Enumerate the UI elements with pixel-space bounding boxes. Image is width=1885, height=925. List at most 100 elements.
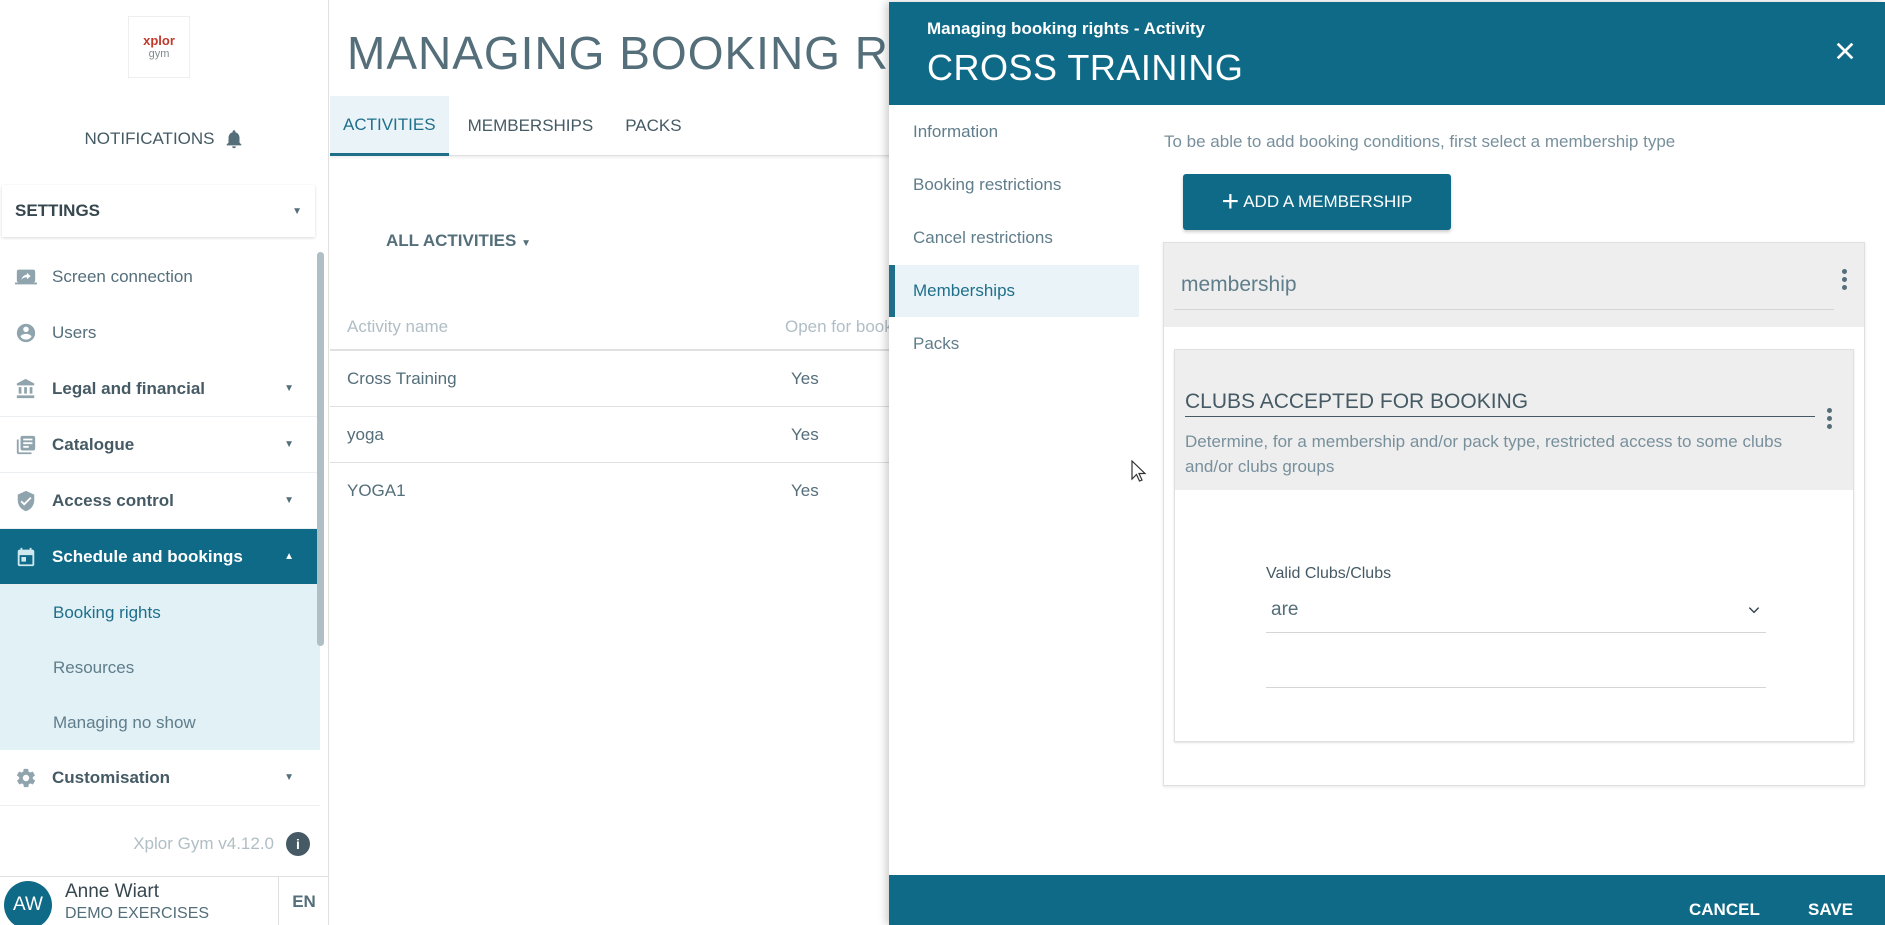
panel-subtitle: Managing booking rights - Activity — [927, 19, 1205, 38]
panel-nav-information[interactable]: Information — [889, 106, 1139, 158]
xplor-gym-logo[interactable]: xplor gym — [128, 16, 190, 78]
avatar[interactable]: AW — [4, 881, 52, 925]
sidebar: xplor gym NOTIFICATIONS SETTINGS ▼ Scree… — [0, 0, 329, 925]
cancel-button[interactable]: CANCEL — [1689, 900, 1760, 920]
notifications-button[interactable]: NOTIFICATIONS — [0, 124, 328, 154]
caret-down-icon: ▼ — [284, 495, 294, 506]
panel-footer: CANCEL SAVE — [889, 875, 1885, 925]
table-row[interactable]: yoga Yes — [330, 407, 890, 463]
submenu: Booking rights Resources Managing no sho… — [0, 585, 320, 750]
clubs-value-field[interactable] — [1266, 643, 1766, 688]
sidebar-item-label: Catalogue — [52, 434, 135, 454]
panel-nav-memberships[interactable]: Memberships — [889, 265, 1139, 317]
screen-connection-icon — [15, 269, 37, 285]
chevron-down-icon — [1748, 607, 1760, 614]
submenu-item-resources[interactable]: Resources — [0, 640, 320, 695]
caret-up-icon: ▲ — [284, 551, 294, 562]
sidebar-item-access-control[interactable]: Access control ▼ — [0, 473, 320, 529]
notifications-label: NOTIFICATIONS — [84, 129, 215, 148]
shield-icon — [17, 490, 35, 511]
tab-memberships[interactable]: MEMBERSHIPS — [455, 96, 607, 156]
tab-bar: ACTIVITIES MEMBERSHIPS PACKS — [330, 96, 890, 156]
version-row: Xplor Gym v4.12.0 i — [0, 832, 310, 856]
panel-nav-packs[interactable]: Packs — [889, 318, 1139, 370]
calendar-icon — [17, 547, 35, 566]
filter-label: ALL ACTIVITIES — [386, 231, 517, 250]
tab-activities[interactable]: ACTIVITIES — [330, 96, 449, 156]
panel-nav: Information Booking restrictions Cancel … — [889, 105, 1139, 371]
valid-clubs-value: are — [1271, 599, 1299, 620]
logo-line1: xplor — [143, 33, 175, 48]
sidebar-scrollbar[interactable] — [317, 252, 324, 646]
sidebar-menu: Screen connection Users Legal and financ… — [0, 249, 320, 806]
panel-nav-booking-restrictions[interactable]: Booking restrictions — [889, 159, 1139, 211]
user-name: Anne Wiart — [65, 881, 159, 902]
sidebar-item-screen-connection[interactable]: Screen connection — [0, 249, 320, 305]
open-for-booking: Yes — [791, 368, 819, 388]
open-for-booking: Yes — [791, 481, 819, 500]
caret-down-icon: ▼ — [284, 439, 294, 450]
catalogue-icon — [16, 435, 36, 454]
activity-name: YOGA1 — [347, 481, 406, 500]
table-header: Activity name Open for booking — [330, 305, 890, 351]
plus-icon: + — [1221, 185, 1240, 218]
valid-clubs-label: Valid Clubs/Clubs — [1266, 565, 1392, 582]
caret-down-icon: ▼ — [284, 383, 294, 394]
caret-down-icon: ▼ — [292, 205, 302, 217]
sidebar-item-label: Customisation — [52, 767, 171, 787]
clubs-card-description: Determine, for a membership and/or pack … — [1185, 432, 1783, 476]
clubs-card-header: CLUBS ACCEPTED FOR BOOKING Determine, fo… — [1175, 350, 1853, 490]
sidebar-item-label: Screen connection — [52, 267, 193, 286]
open-for-booking: Yes — [791, 424, 819, 444]
user-icon — [16, 323, 36, 343]
gear-icon — [16, 768, 36, 787]
membership-card: membership CLUBS ACCEPTED FOR BOOKING De… — [1163, 242, 1865, 786]
settings-dropdown[interactable]: SETTINGS ▼ — [2, 185, 315, 237]
tab-packs[interactable]: PACKS — [612, 96, 694, 156]
sidebar-item-schedule-and-bookings[interactable]: Schedule and bookings ▲ — [0, 529, 320, 585]
sidebar-item-label: Legal and financial — [52, 378, 206, 398]
user-organization: DEMO EXERCISES — [65, 905, 210, 922]
membership-field-underline — [1174, 309, 1834, 310]
membership-field[interactable]: membership — [1181, 273, 1297, 297]
column-open-for-booking[interactable]: Open for booking — [785, 317, 890, 337]
save-button[interactable]: SAVE — [1808, 900, 1853, 920]
caret-down-icon: ▼ — [284, 772, 294, 783]
more-options-icon[interactable] — [1834, 265, 1854, 293]
version-label: Xplor Gym v4.12.0 — [133, 834, 274, 853]
table-row[interactable]: YOGA1 Yes — [330, 463, 890, 519]
clubs-accepted-card: CLUBS ACCEPTED FOR BOOKING Determine, fo… — [1174, 349, 1854, 742]
panel-nav-cancel-restrictions[interactable]: Cancel restrictions — [889, 212, 1139, 264]
mouse-cursor-icon — [1131, 460, 1147, 482]
panel-header: Managing booking rights - Activity CROSS… — [889, 2, 1885, 105]
activity-name: Cross Training — [347, 368, 457, 388]
sidebar-item-catalogue[interactable]: Catalogue ▼ — [0, 417, 320, 473]
user-footer: AW Anne Wiart DEMO EXERCISES EN — [0, 876, 328, 925]
activity-name: yoga — [347, 424, 384, 444]
membership-card-header: membership — [1164, 243, 1864, 327]
panel-title: CROSS TRAINING — [927, 47, 1244, 88]
table-row[interactable]: Cross Training Yes — [330, 351, 890, 407]
column-activity-name[interactable]: Activity name — [347, 317, 448, 337]
sidebar-item-label: Schedule and bookings — [52, 546, 243, 566]
submenu-item-booking-rights[interactable]: Booking rights — [0, 585, 320, 640]
page-title: MANAGING BOOKING RIGHTS — [347, 27, 890, 79]
sidebar-item-label: Users — [52, 323, 97, 342]
info-icon[interactable]: i — [286, 832, 310, 856]
activities-filter-dropdown[interactable]: ALL ACTIVITIES ▼ — [386, 231, 531, 251]
caret-down-icon: ▼ — [521, 238, 531, 249]
logo-line2: gym — [148, 48, 170, 60]
submenu-item-managing-no-show[interactable]: Managing no show — [0, 695, 320, 750]
sidebar-item-customisation[interactable]: Customisation ▼ — [0, 750, 320, 806]
valid-clubs-select[interactable]: are — [1266, 588, 1766, 633]
settings-label: SETTINGS — [15, 201, 101, 220]
sidebar-item-legal-and-financial[interactable]: Legal and financial ▼ — [0, 361, 320, 417]
bank-icon — [16, 378, 35, 398]
add-membership-button[interactable]: + ADD A MEMBERSHIP — [1183, 174, 1451, 230]
close-button[interactable] — [1830, 36, 1860, 66]
main-content: MANAGING BOOKING RIGHTS ACTIVITIES MEMBE… — [330, 0, 890, 925]
clubs-card-title: CLUBS ACCEPTED FOR BOOKING — [1185, 390, 1815, 417]
more-options-icon[interactable] — [1819, 404, 1839, 432]
sidebar-item-users[interactable]: Users — [0, 305, 320, 361]
language-selector[interactable]: EN — [278, 877, 328, 925]
